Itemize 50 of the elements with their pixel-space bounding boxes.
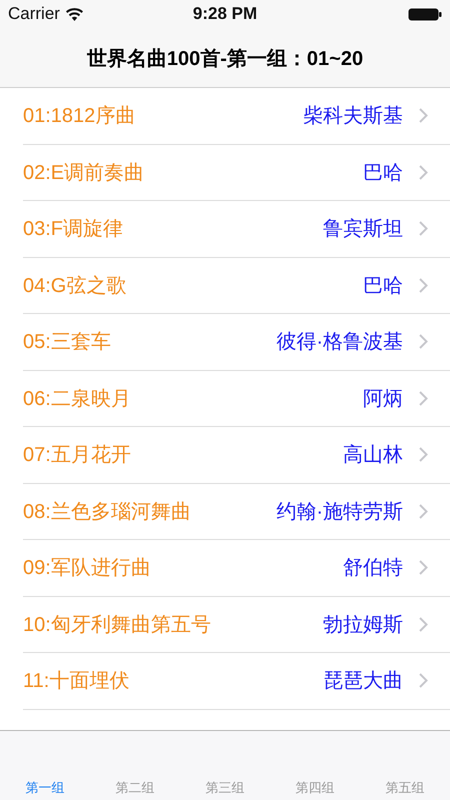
song-title: 09:军队进行曲 bbox=[23, 556, 152, 582]
composer-label: 柴科夫斯基 bbox=[303, 104, 403, 130]
chevron-icon bbox=[419, 673, 428, 688]
chevron-icon bbox=[419, 278, 428, 293]
song-title: 05:三套车 bbox=[23, 330, 112, 356]
status-time: 9:28 PM bbox=[192, 4, 258, 24]
chevron-icon bbox=[419, 334, 428, 350]
chevron-icon bbox=[419, 390, 428, 406]
song-row[interactable]: 08:兰色多瑙河舞曲 约翰·施特劳斯 bbox=[23, 484, 450, 540]
song-row[interactable]: 09:军队进行曲 舒伯特 bbox=[23, 540, 450, 596]
song-title: 03:F调旋律 bbox=[23, 217, 124, 242]
chevron-icon bbox=[419, 108, 428, 124]
song-row[interactable]: 03:F调旋律 鲁宾斯坦 bbox=[23, 201, 450, 258]
wifi-icon bbox=[66, 8, 83, 20]
song-title: 06:二泉映月 bbox=[23, 386, 132, 412]
chevron-icon bbox=[419, 221, 428, 236]
composer-label: 巴哈 bbox=[363, 160, 403, 186]
song-row[interactable]: 07:五月花开 高山林 bbox=[23, 427, 450, 484]
chevron-icon bbox=[419, 560, 428, 576]
song-row[interactable]: 10:匈牙利舞曲第五号 勃拉姆斯 bbox=[23, 596, 450, 653]
song-title: 01:1812序曲 bbox=[23, 104, 136, 130]
song-row[interactable]: 05:三套车 彼得·格鲁波基 bbox=[23, 314, 450, 370]
battery-icon bbox=[408, 8, 442, 20]
song-row[interactable]: 01:1812序曲 柴科夫斯基 bbox=[23, 88, 450, 144]
song-row[interactable]: 06:二泉映月 阿炳 bbox=[23, 370, 450, 427]
composer-label: 琵琶大曲 bbox=[323, 669, 403, 694]
chevron-icon bbox=[419, 164, 428, 180]
composer-label: 巴哈 bbox=[363, 274, 403, 299]
composer-label: 鲁宾斯坦 bbox=[323, 217, 403, 242]
composer-label: 勃拉姆斯 bbox=[323, 612, 403, 638]
composer-label: 约翰·施特劳斯 bbox=[276, 500, 403, 525]
tab[interactable]: 第一组 bbox=[0, 779, 90, 798]
composer-label: 高山林 bbox=[343, 443, 403, 468]
song-title: 11:十面埋伏 bbox=[23, 669, 130, 694]
song-title: 10:匈牙利舞曲第五号 bbox=[23, 612, 212, 638]
chevron-icon bbox=[419, 447, 428, 462]
song-title: 08:兰色多瑙河舞曲 bbox=[23, 500, 192, 525]
nav-title: 世界名曲100首-第一组：01~20 bbox=[86, 46, 364, 72]
song-row[interactable]: 04:G弦之歌 巴哈 bbox=[23, 258, 450, 314]
composer-label: 阿炳 bbox=[363, 386, 403, 412]
carrier-label: Carrier bbox=[8, 4, 60, 24]
composer-label: 舒伯特 bbox=[343, 556, 403, 582]
song-row[interactable]: 11:十面埋伏 琵琶大曲 bbox=[23, 653, 450, 710]
song-row[interactable]: 02:E调前奏曲 巴哈 bbox=[23, 144, 450, 201]
chevron-icon bbox=[419, 504, 428, 519]
song-title: 07:五月花开 bbox=[23, 443, 132, 468]
composer-label: 彼得·格鲁波基 bbox=[276, 330, 403, 356]
chevron-icon bbox=[419, 616, 428, 632]
song-title: 02:E调前奏曲 bbox=[23, 160, 146, 186]
song-title: 04:G弦之歌 bbox=[23, 274, 128, 299]
